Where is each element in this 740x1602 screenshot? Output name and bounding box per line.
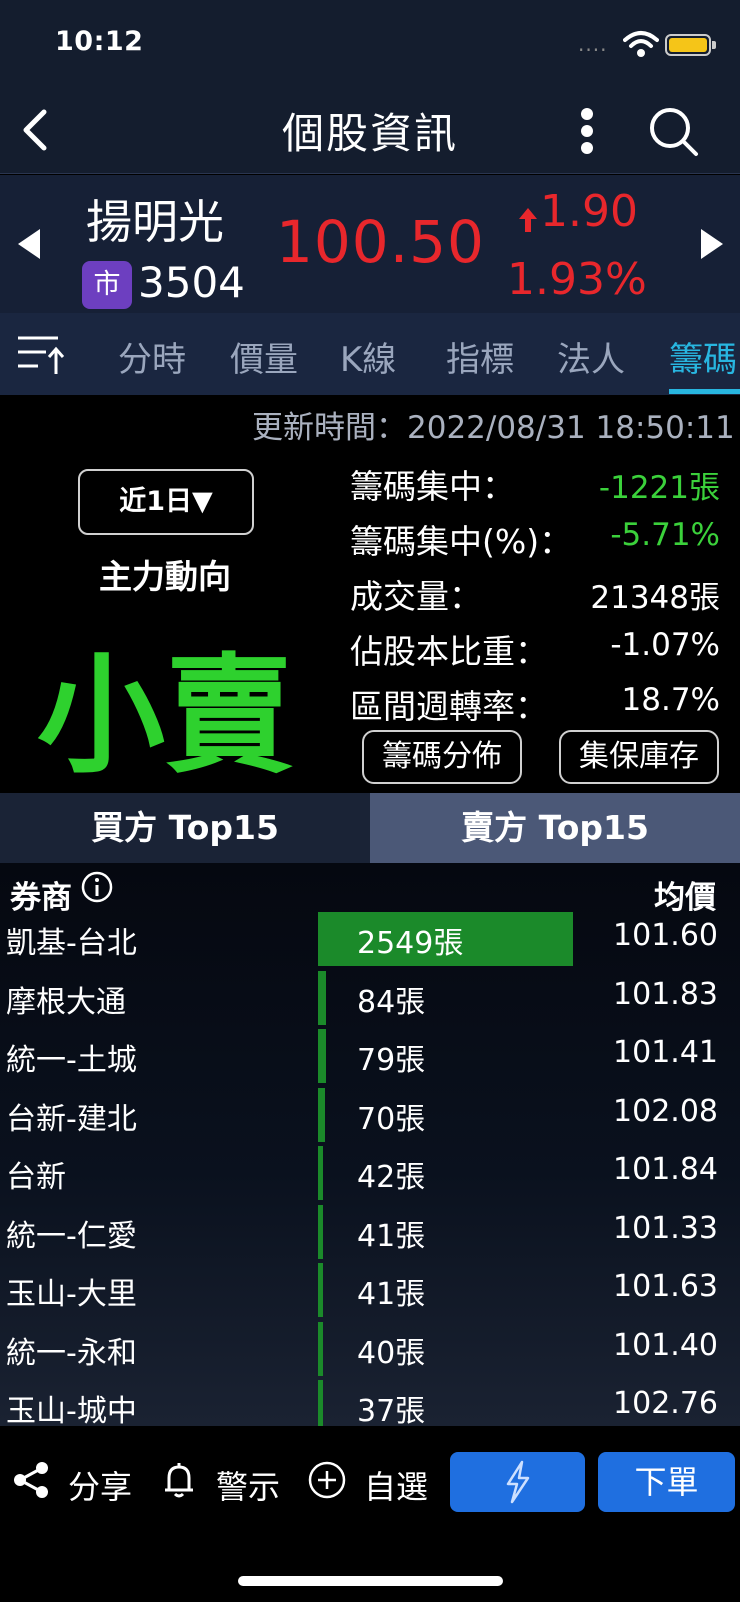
info-icon[interactable] bbox=[80, 870, 114, 904]
table-row[interactable]: 台新-建北 70張 102.08 bbox=[0, 1084, 740, 1143]
up-arrow-icon bbox=[519, 208, 537, 232]
tab-institutional[interactable]: 法人 bbox=[557, 332, 625, 381]
volume-value: 41張 bbox=[357, 1277, 426, 1312]
share-capital-ratio-label: 佔股本比重： bbox=[350, 632, 548, 671]
custody-inventory-button[interactable]: 集保庫存 bbox=[559, 730, 719, 784]
stock-code: 3504 bbox=[138, 258, 245, 307]
broker-name: 摩根大通 bbox=[6, 984, 126, 1020]
market-badge: 市 bbox=[82, 261, 132, 309]
table-row[interactable]: 摩根大通 84張 101.83 bbox=[0, 967, 740, 1026]
volume-bar bbox=[318, 1146, 323, 1200]
avg-price-value: 102.76 bbox=[613, 1386, 718, 1421]
place-order-button[interactable]: 下單 bbox=[598, 1452, 735, 1512]
broker-name: 統一-土城 bbox=[6, 1043, 137, 1078]
tab-chips[interactable]: 籌碼 bbox=[669, 332, 737, 381]
home-indicator[interactable] bbox=[238, 1576, 503, 1586]
volume-value: 84張 bbox=[357, 984, 426, 1020]
chip-concentration-value: -1221張 bbox=[598, 470, 720, 506]
more-options-icon[interactable] bbox=[572, 106, 602, 156]
buyer-top15-tab[interactable]: 買方 Top15 bbox=[0, 793, 370, 863]
status-time: 10:12 bbox=[55, 26, 144, 57]
table-row[interactable]: 玉山-大里 41張 101.63 bbox=[0, 1259, 740, 1318]
volume-value: 2549張 bbox=[357, 926, 464, 961]
flash-order-button[interactable] bbox=[450, 1452, 585, 1512]
avg-price-value: 101.60 bbox=[613, 918, 718, 953]
seller-top15-tab[interactable]: 賣方 Top15 bbox=[370, 793, 740, 863]
volume-value: 41張 bbox=[357, 1218, 426, 1254]
trade-volume-value: 21348張 bbox=[590, 580, 720, 616]
chip-concentration-label: 籌碼集中： bbox=[350, 467, 515, 506]
avg-price-value: 101.63 bbox=[613, 1269, 718, 1304]
previous-stock-icon[interactable] bbox=[14, 227, 44, 261]
avg-price-value: 101.41 bbox=[613, 1035, 718, 1070]
stock-name: 揚明光 bbox=[86, 195, 224, 249]
chip-concentration-pct-value: -5.71% bbox=[610, 517, 720, 553]
turnover-rate-label: 區間週轉率： bbox=[350, 687, 548, 726]
stock-price: 100.50 bbox=[276, 208, 485, 276]
wifi-icon bbox=[623, 31, 659, 57]
volume-bar bbox=[318, 1204, 323, 1259]
main-force-value: 小賣 bbox=[36, 642, 293, 791]
avg-price-value: 101.40 bbox=[613, 1327, 718, 1363]
volume-value: 79張 bbox=[357, 1043, 426, 1078]
tab-price-volume[interactable]: 價量 bbox=[230, 332, 298, 381]
volume-value: 40張 bbox=[357, 1335, 426, 1371]
broker-name: 台新 bbox=[6, 1160, 66, 1195]
volume-bar bbox=[318, 1263, 323, 1317]
chip-distribution-button[interactable]: 籌碼分佈 bbox=[362, 730, 522, 784]
period-dropdown[interactable]: 近1日▼ bbox=[78, 469, 254, 535]
volume-bar bbox=[318, 1087, 325, 1142]
turnover-rate-value: 18.7% bbox=[621, 682, 720, 718]
volume-value: 70張 bbox=[357, 1101, 426, 1137]
share-capital-ratio-value: -1.07% bbox=[610, 627, 720, 663]
avg-price-value: 101.33 bbox=[613, 1210, 718, 1246]
avg-price-value: 102.08 bbox=[613, 1093, 718, 1129]
volume-value: 37張 bbox=[357, 1394, 426, 1429]
price-change-percent: 1.93% bbox=[507, 254, 647, 305]
table-row[interactable]: 統一-土城 79張 101.41 bbox=[0, 1025, 740, 1084]
broker-name: 統一-永和 bbox=[6, 1335, 137, 1371]
trade-volume-label: 成交量： bbox=[350, 577, 482, 616]
share-icon[interactable] bbox=[12, 1460, 52, 1500]
tab-k-line[interactable]: K線 bbox=[340, 332, 396, 381]
avg-price-value: 101.84 bbox=[613, 1152, 718, 1187]
tab-indicators[interactable]: 指標 bbox=[446, 332, 514, 381]
update-time: 更新時間：2022/08/31 18:50:11 bbox=[252, 410, 735, 446]
main-force-label: 主力動向 bbox=[99, 557, 231, 596]
avg-price-value: 101.83 bbox=[613, 976, 718, 1012]
volume-value: 42張 bbox=[357, 1160, 426, 1195]
broker-name: 玉山-城中 bbox=[6, 1394, 137, 1429]
active-tab-indicator bbox=[669, 389, 740, 394]
broker-name: 玉山-大里 bbox=[6, 1277, 137, 1312]
alert-label[interactable]: 警示 bbox=[216, 1462, 280, 1508]
battery-tip bbox=[712, 41, 716, 49]
tab-menu-icon[interactable] bbox=[16, 332, 66, 376]
chip-concentration-pct-label: 籌碼集中(%)： bbox=[350, 522, 573, 561]
broker-name: 台新-建北 bbox=[6, 1101, 137, 1137]
next-stock-icon[interactable] bbox=[697, 227, 727, 261]
lightning-icon bbox=[506, 1460, 530, 1504]
battery-icon bbox=[665, 34, 711, 56]
table-row[interactable]: 凱基-台北 2549張 101.60 bbox=[0, 908, 740, 967]
tab-intraday[interactable]: 分時 bbox=[118, 332, 186, 381]
broker-name: 統一-仁愛 bbox=[6, 1218, 137, 1254]
broker-name: 凱基-台北 bbox=[6, 926, 137, 961]
cellular-signal-icon: ···· bbox=[578, 38, 608, 62]
volume-bar bbox=[318, 1321, 323, 1376]
table-row[interactable]: 台新 42張 101.84 bbox=[0, 1142, 740, 1201]
bell-icon[interactable] bbox=[159, 1460, 199, 1500]
volume-bar bbox=[318, 1029, 326, 1083]
watchlist-label[interactable]: 自選 bbox=[364, 1462, 428, 1508]
table-row[interactable]: 統一-仁愛 41張 101.33 bbox=[0, 1201, 740, 1260]
page-title: 個股資訊 bbox=[281, 109, 458, 158]
search-icon[interactable] bbox=[646, 104, 702, 160]
add-watchlist-icon[interactable] bbox=[307, 1460, 347, 1500]
share-label[interactable]: 分享 bbox=[68, 1462, 132, 1508]
table-row[interactable]: 統一-永和 40張 101.40 bbox=[0, 1318, 740, 1377]
volume-bar bbox=[318, 970, 326, 1025]
price-change: 1.90 bbox=[540, 186, 638, 237]
